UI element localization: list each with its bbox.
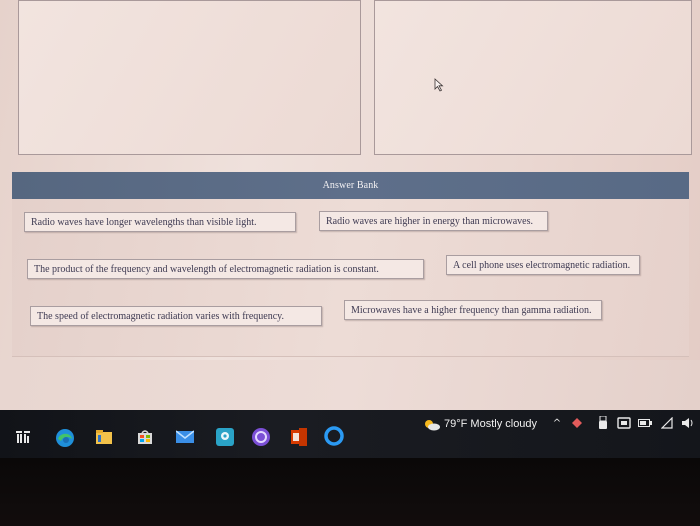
chevron-up-icon[interactable]: ^ (552, 414, 562, 432)
mouse-cursor-icon (434, 78, 444, 92)
drop-zone-right[interactable] (374, 0, 692, 155)
network-icon[interactable] (570, 414, 584, 432)
volume-icon[interactable] (680, 414, 696, 432)
weather-icon (424, 419, 440, 431)
file-explorer-icon[interactable] (95, 428, 113, 446)
answer-card[interactable]: Radio waves are higher in energy than mi… (319, 211, 548, 231)
monitor-bezel (0, 458, 700, 526)
wifi-icon[interactable] (660, 414, 674, 432)
screen: Answer Bank Radio waves have longer wave… (0, 0, 700, 526)
answer-bank-header: Answer Bank (12, 172, 689, 199)
answer-card[interactable]: A cell phone uses electromagnetic radiat… (446, 255, 640, 275)
usb-icon[interactable] (596, 414, 610, 432)
answer-card[interactable]: Microwaves have a higher frequency than … (344, 300, 602, 320)
answer-card[interactable]: The speed of electromagnetic radiation v… (30, 306, 322, 326)
edge-icon[interactable] (54, 427, 76, 449)
mail-icon[interactable] (175, 428, 195, 446)
drop-zone-left[interactable] (18, 0, 361, 155)
weather-text: 79°F Mostly cloudy (444, 418, 538, 430)
tablet-icon[interactable] (616, 414, 632, 432)
answer-card[interactable]: Radio waves have longer wavelengths than… (24, 212, 296, 232)
page-background-strip (0, 360, 700, 410)
battery-icon[interactable] (638, 414, 652, 432)
weather-widget[interactable]: 79°F Mostly cloudy (424, 414, 537, 434)
office-icon[interactable] (290, 426, 308, 448)
app-icon[interactable] (250, 426, 272, 448)
answer-card[interactable]: The product of the frequency and wavelen… (27, 259, 424, 279)
widgets-icon[interactable] (14, 428, 32, 446)
cortana-icon[interactable] (322, 424, 346, 448)
store-icon[interactable] (136, 427, 154, 447)
maps-icon[interactable] (215, 427, 235, 447)
